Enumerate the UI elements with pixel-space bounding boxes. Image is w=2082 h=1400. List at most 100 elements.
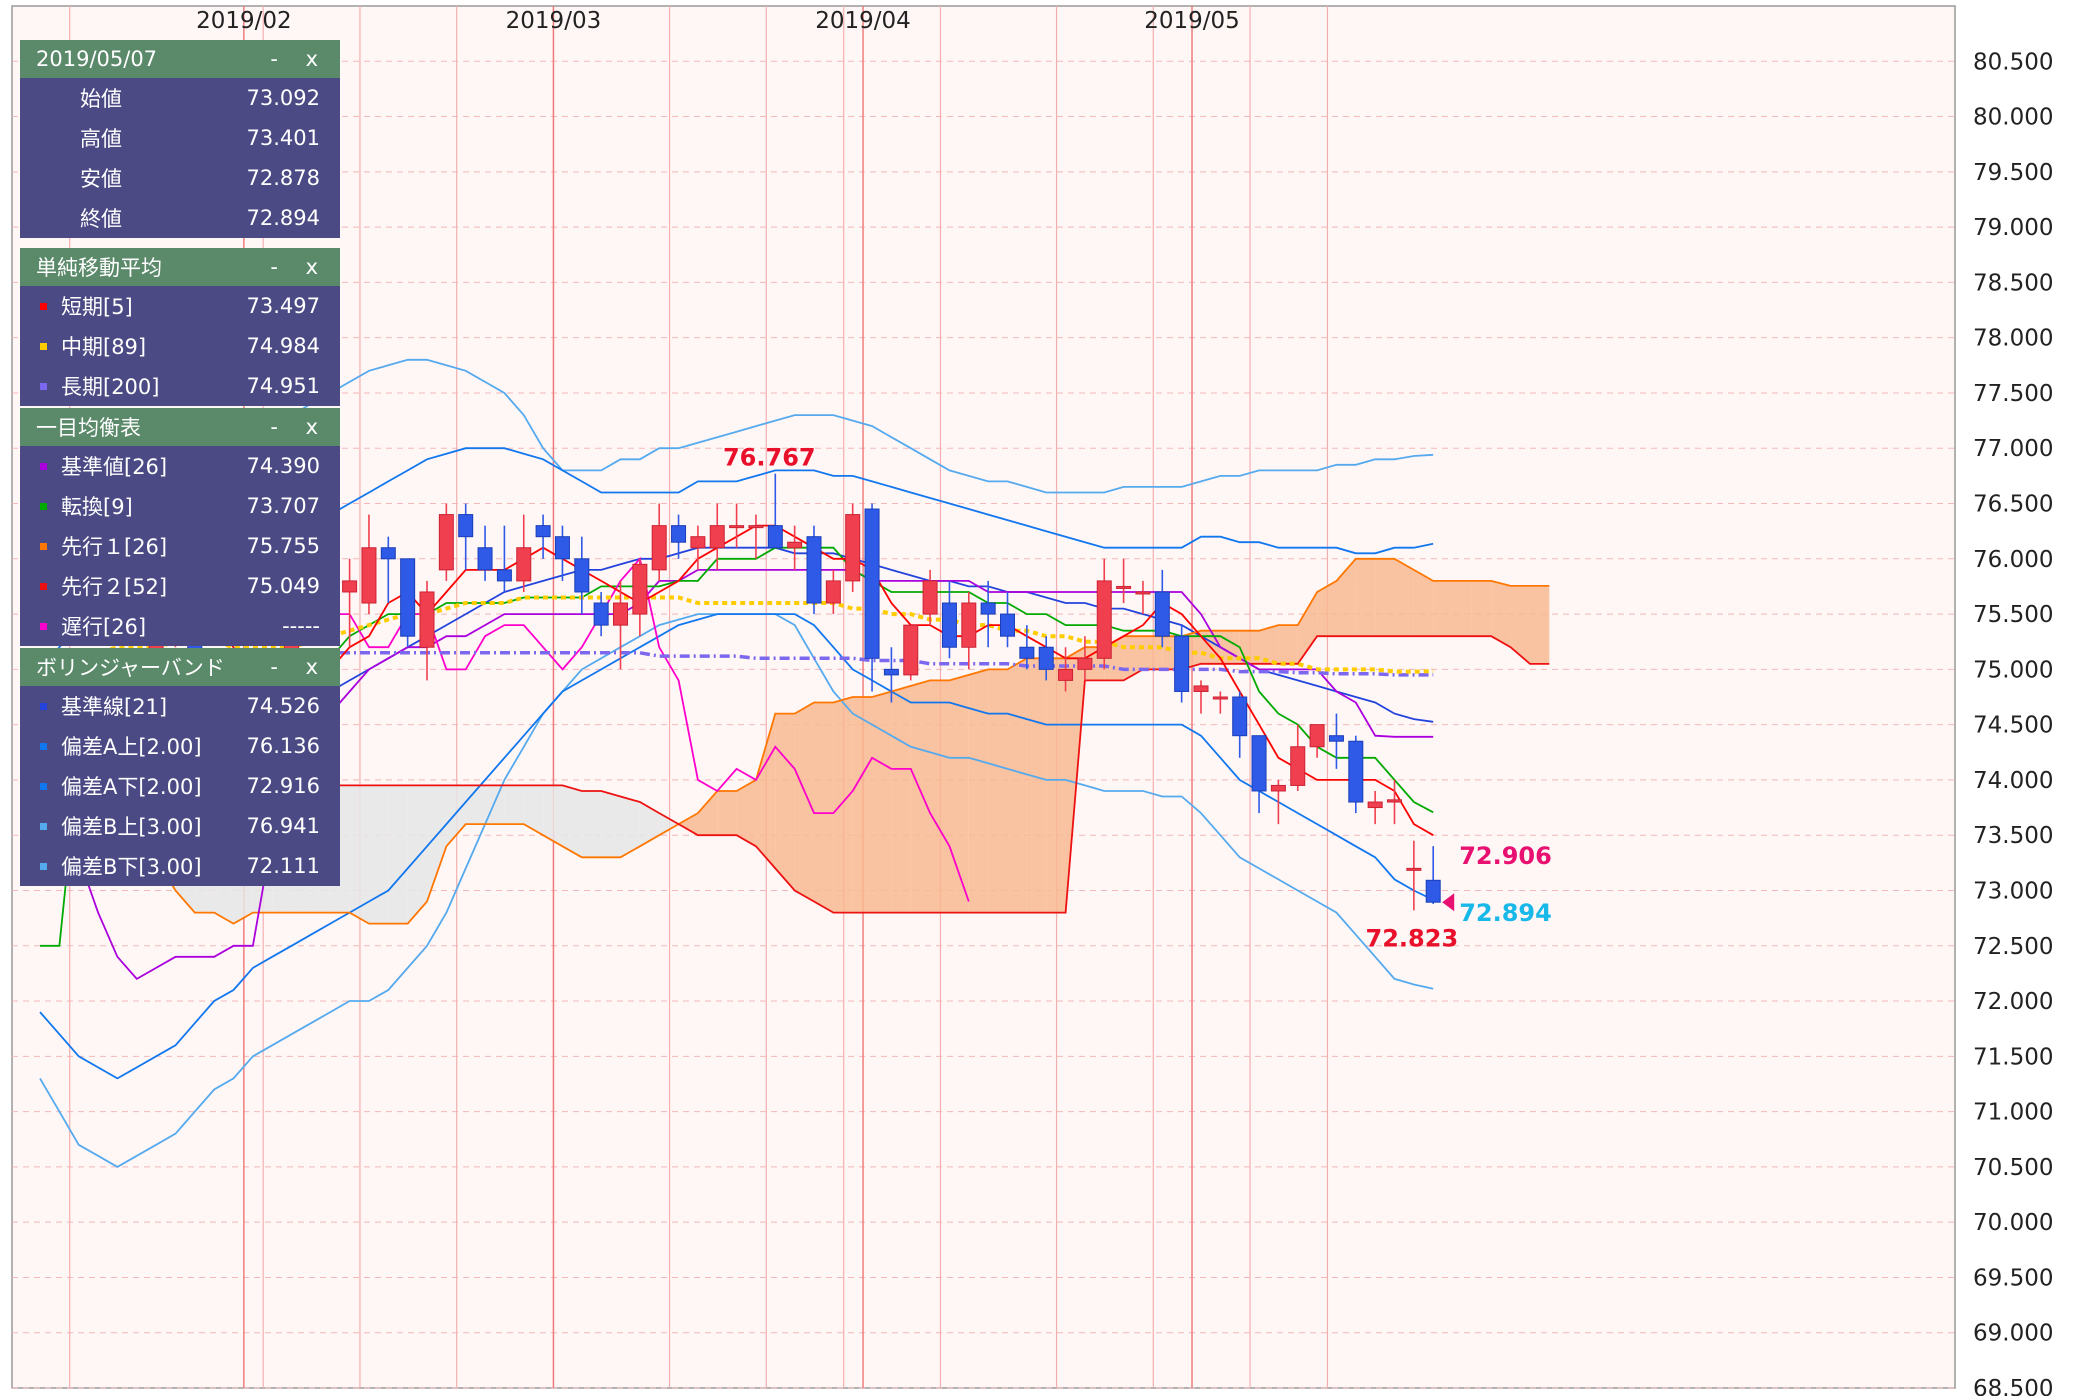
candle-body	[632, 563, 648, 615]
candle-body	[1309, 724, 1325, 748]
row-value: 72.894	[246, 206, 320, 230]
candle-body	[941, 602, 957, 648]
candle-body	[903, 624, 919, 676]
bollinger-row-b-upper: 偏差B上[3.00] 76.941	[20, 806, 340, 846]
cloud-segment	[504, 785, 524, 825]
bollinger-row-a-lower: 偏差A下[2.00] 72.916	[20, 766, 340, 806]
candle-body	[845, 514, 861, 582]
cloud-segment	[1278, 625, 1298, 664]
y-tick-label: 80.500	[1973, 49, 2053, 75]
row-value: 72.878	[246, 166, 320, 190]
y-tick-label: 72.500	[1973, 934, 2053, 960]
candle-body	[651, 525, 667, 571]
cloud-segment	[775, 713, 795, 891]
candle-body	[554, 536, 570, 560]
candle-body	[980, 602, 996, 615]
y-tick-label: 79.500	[1973, 160, 2053, 186]
candle-body	[496, 569, 512, 582]
row-value: 72.111	[246, 854, 320, 878]
y-tick-label: 77.000	[1973, 436, 2053, 462]
ichimoku-panel-title: 一目均衡表	[36, 416, 141, 440]
y-tick-label: 78.500	[1973, 270, 2053, 296]
candle-body	[574, 558, 590, 593]
cloud-segment	[407, 785, 427, 924]
close-button[interactable]: x	[306, 40, 318, 78]
minimize-button[interactable]: -	[270, 40, 278, 78]
candle-body	[1387, 799, 1402, 803]
row-value: 76.136	[246, 734, 320, 758]
candle-body	[787, 541, 803, 549]
candle-body	[1193, 685, 1209, 692]
cloud-segment	[1394, 558, 1414, 637]
legend-dot	[40, 862, 47, 870]
candle-body	[1019, 646, 1035, 659]
candle-body	[1000, 613, 1015, 637]
candle-body	[1270, 784, 1286, 792]
candle-body	[806, 536, 822, 604]
row-value: 74.390	[246, 454, 320, 478]
month-label: 2019/05	[1144, 8, 1240, 34]
cloud-segment	[1259, 625, 1279, 664]
minimize-button[interactable]: -	[270, 648, 278, 686]
legend-dot	[40, 782, 47, 790]
month-label: 2019/04	[815, 8, 911, 34]
candle-body	[477, 547, 493, 571]
candle-body	[1058, 668, 1074, 681]
row-value: 74.526	[246, 694, 320, 718]
y-tick-label: 79.000	[1973, 215, 2053, 241]
month-label: 2019/03	[506, 8, 602, 34]
row-value: 75.755	[246, 534, 320, 558]
row-value: 74.984	[246, 334, 320, 358]
candle-body	[883, 668, 899, 676]
ohlc-panel-header: 2019/05/07 - x	[20, 40, 340, 78]
candle-body	[613, 602, 628, 626]
candle-body	[380, 547, 396, 560]
candle-body	[1328, 735, 1344, 742]
ohlc-row-open: 始値 73.092	[20, 78, 340, 118]
bollinger-row-a-upper: 偏差A上[2.00] 76.136	[20, 726, 340, 766]
close-button[interactable]: x	[306, 648, 318, 686]
y-tick-label: 68.500	[1973, 1376, 2053, 1396]
bollinger-panel: ボリンジャーバンド - x 基準線[21] 74.526 偏差A上[2.00] …	[20, 648, 340, 886]
minimize-button[interactable]: -	[270, 248, 278, 286]
y-tick-label: 73.500	[1973, 823, 2053, 849]
close-button[interactable]: x	[306, 248, 318, 286]
row-value: 73.401	[246, 126, 320, 150]
y-tick-label: 74.000	[1973, 768, 2053, 794]
candle-body	[1406, 867, 1422, 871]
minimize-button[interactable]: -	[270, 408, 278, 446]
cloud-segment	[833, 697, 853, 913]
cloud-segment	[1452, 580, 1472, 637]
candle-body	[593, 602, 609, 626]
cloud-segment	[1142, 636, 1163, 670]
row-value: 75.049	[246, 574, 320, 598]
candle-body	[1251, 735, 1267, 792]
cloud-segment	[1375, 558, 1395, 637]
close-button[interactable]: x	[306, 408, 318, 446]
ohlc-row-close: 終値 72.894	[20, 198, 340, 238]
row-value: 74.951	[246, 374, 320, 398]
legend-dot	[40, 542, 47, 550]
month-label: 2019/02	[196, 8, 292, 34]
candle-body	[1290, 746, 1306, 786]
row-value: 73.707	[246, 494, 320, 518]
cloud-segment	[968, 669, 989, 913]
legend-dot	[40, 462, 47, 470]
row-value: -----	[282, 614, 320, 638]
sma-row-long: 長期[200] 74.951	[20, 366, 340, 406]
y-tick-label: 73.000	[1973, 878, 2053, 904]
legend-dot	[40, 822, 47, 830]
bollinger-panel-header: ボリンジャーバンド - x	[20, 648, 340, 686]
y-tick-label: 72.000	[1973, 989, 2053, 1015]
ichimoku-row-senkou1: 先行１[26] 75.755	[20, 526, 340, 566]
sma-panel-title: 単純移動平均	[36, 256, 162, 280]
candle-body	[400, 558, 416, 637]
row-value: 73.092	[246, 86, 320, 110]
y-tick-label: 75.500	[1973, 602, 2053, 628]
y-tick-label: 69.500	[1973, 1265, 2053, 1291]
legend-dot	[40, 342, 47, 350]
candle-body	[438, 514, 454, 571]
row-value: 73.497	[246, 294, 320, 318]
cloud-segment	[988, 669, 1008, 913]
last-close-label: 72.894	[1459, 899, 1552, 927]
